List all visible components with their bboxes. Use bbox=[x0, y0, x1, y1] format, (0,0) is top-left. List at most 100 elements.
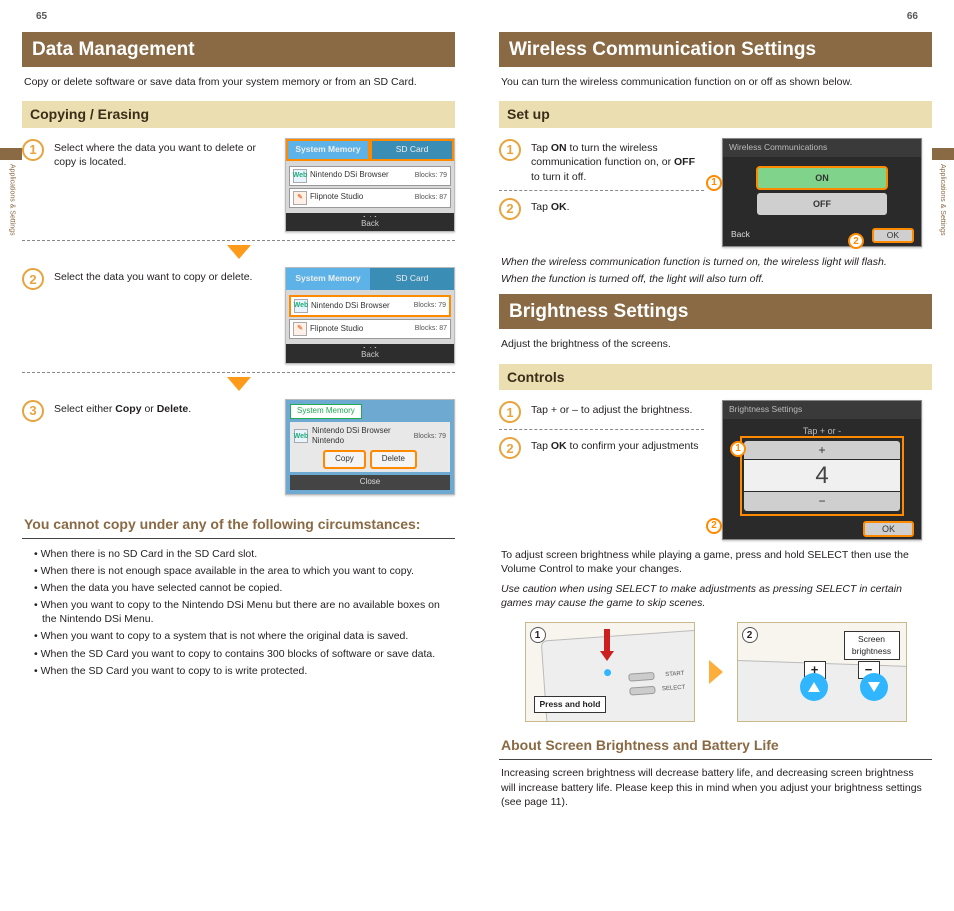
ss-item-title: Flipnote Studio bbox=[310, 193, 412, 202]
hardware-diagram-2: 2 Screen brightness + − bbox=[737, 622, 907, 722]
web-icon: Web bbox=[294, 429, 308, 443]
wireless-note-2: When the function is turned off, the lig… bbox=[501, 272, 930, 286]
ss-tab-system-memory[interactable]: System Memory bbox=[286, 268, 370, 289]
wl-back-button[interactable]: Back bbox=[731, 229, 750, 242]
list-item: When the SD Card you want to copy to con… bbox=[34, 647, 455, 661]
br-ss-title: Brightness Settings bbox=[723, 401, 921, 418]
step-3-badge: 3 bbox=[22, 400, 44, 422]
br-step-2-badge: 2 bbox=[499, 437, 521, 459]
ss-popup-blocks: Blocks: 79 bbox=[414, 432, 446, 441]
wl-step-1-text: Tap ON to turn the wireless communicatio… bbox=[531, 138, 704, 184]
close-button[interactable]: Close bbox=[290, 475, 450, 490]
ss-item-blocks: Blocks: 87 bbox=[415, 324, 447, 333]
volume-up-icon bbox=[800, 673, 828, 701]
intro-wireless: You can turn the wireless communication … bbox=[501, 75, 930, 89]
step-2-text: Select the data you want to copy or dele… bbox=[54, 267, 275, 284]
wl-step-2-badge: 2 bbox=[499, 198, 521, 220]
press-and-hold-label: Press and hold bbox=[534, 696, 607, 713]
callout-1-icon: 1 bbox=[706, 175, 722, 191]
web-icon: Web bbox=[294, 299, 308, 313]
br-tap-label: Tap + or - bbox=[743, 425, 901, 437]
screenshot-step-3: System Memory Web Nintendo DSi Browser N… bbox=[285, 399, 455, 495]
separator bbox=[22, 372, 455, 373]
ss-tab-sd-card[interactable]: SD Card bbox=[370, 139, 454, 160]
ss-item-browser[interactable]: Web Nintendo DSi Browser Blocks: 79 bbox=[289, 295, 451, 317]
br-step-1-text: Tap + or – to adjust the brightness. bbox=[531, 400, 704, 417]
separator bbox=[499, 429, 704, 430]
list-item: When the data you have selected cannot b… bbox=[34, 581, 455, 595]
wireless-off-button[interactable]: OFF bbox=[757, 193, 887, 215]
heading-data-management: Data Management bbox=[22, 32, 455, 68]
page-number-right: 66 bbox=[499, 10, 932, 24]
step-1-text: Select where the data you want to delete… bbox=[54, 138, 275, 169]
ss-item-blocks: Blocks: 79 bbox=[415, 171, 447, 180]
wireless-on-button[interactable]: ON bbox=[757, 167, 887, 189]
flipnote-icon: ✎ bbox=[293, 322, 307, 336]
ss-tab-system-memory[interactable]: System Memory bbox=[286, 139, 370, 160]
web-icon: Web bbox=[293, 169, 307, 183]
page-66: 66 Wireless Communication Settings You c… bbox=[477, 0, 954, 837]
callout-1-icon: 1 bbox=[730, 441, 746, 457]
page-65: 65 Data Management Copy or delete softwa… bbox=[0, 0, 477, 837]
volume-down-icon bbox=[860, 673, 888, 701]
ss-item-title: Nintendo DSi Browser bbox=[310, 171, 412, 180]
ss-back-button[interactable]: Back bbox=[361, 219, 379, 230]
brightness-caution: Use caution when using SELECT to make ad… bbox=[501, 582, 930, 610]
start-label: START bbox=[665, 670, 685, 679]
screen-brightness-label: Screen brightness bbox=[844, 631, 900, 660]
wl-ss-title: Wireless Communications bbox=[723, 139, 921, 156]
page-number-left: 65 bbox=[22, 10, 455, 24]
heading-wireless: Wireless Communication Settings bbox=[499, 32, 932, 68]
flipnote-icon: ✎ bbox=[293, 191, 307, 205]
copy-button[interactable]: Copy bbox=[324, 451, 365, 468]
screenshot-wireless: Wireless Communications 1 ON OFF Back OK bbox=[722, 138, 922, 247]
ss-popup-name: Nintendo DSi Browser bbox=[312, 426, 391, 435]
step-2-badge: 2 bbox=[22, 268, 44, 290]
wl-ok-button[interactable]: OK bbox=[873, 229, 913, 242]
delete-button[interactable]: Delete bbox=[371, 451, 416, 468]
down-arrow-icon bbox=[227, 245, 251, 259]
ss-back-button[interactable]: Back bbox=[361, 350, 379, 361]
hardware-diagram-1: 1 START SELECT Press and hold bbox=[525, 622, 695, 722]
ss-popup-title: System Memory bbox=[290, 404, 362, 419]
ss-item-flipnote[interactable]: ✎ Flipnote Studio Blocks: 87 bbox=[289, 188, 451, 208]
br-step-2-text: Tap OK to confirm your adjustments bbox=[531, 436, 704, 453]
subheading-controls: Controls bbox=[499, 364, 932, 391]
down-arrow-icon bbox=[227, 377, 251, 391]
br-ok-button[interactable]: OK bbox=[864, 522, 913, 536]
screenshot-step-2: System Memory SD Card Web Nintendo DSi B… bbox=[285, 267, 455, 363]
ss-item-flipnote[interactable]: ✎ Flipnote Studio Blocks: 87 bbox=[289, 319, 451, 339]
separator bbox=[499, 190, 704, 191]
brightness-value: 4 bbox=[744, 460, 900, 491]
heading-brightness: Brightness Settings bbox=[499, 294, 932, 330]
list-item: When you want to copy to the Nintendo DS… bbox=[34, 598, 455, 626]
step-1-badge: 1 bbox=[22, 139, 44, 161]
intro-brightness: Adjust the brightness of the screens. bbox=[501, 337, 930, 351]
list-item: When there is no SD Card in the SD Card … bbox=[34, 547, 455, 561]
brightness-plus-button[interactable]: + bbox=[744, 441, 900, 459]
ss-item-title: Nintendo DSi Browser bbox=[311, 302, 411, 311]
brightness-tip: To adjust screen brightness while playin… bbox=[501, 548, 930, 576]
right-arrow-icon bbox=[709, 660, 723, 684]
separator bbox=[22, 240, 455, 241]
cannot-copy-heading: You cannot copy under any of the followi… bbox=[22, 515, 455, 539]
select-label: SELECT bbox=[661, 684, 685, 694]
cannot-copy-list: When there is no SD Card in the SD Card … bbox=[22, 547, 455, 678]
list-item: When there is not enough space available… bbox=[34, 564, 455, 578]
about-brightness-text: Increasing screen brightness will decrea… bbox=[501, 766, 930, 809]
start-button-icon bbox=[628, 672, 654, 682]
ss-tab-sd-card[interactable]: SD Card bbox=[370, 268, 454, 289]
brightness-minus-button[interactable]: − bbox=[744, 492, 900, 510]
screenshot-step-1: System Memory SD Card Web Nintendo DSi B… bbox=[285, 138, 455, 232]
ss-item-blocks: Blocks: 87 bbox=[415, 193, 447, 202]
wl-step-1-badge: 1 bbox=[499, 139, 521, 161]
wl-step-2-text: Tap OK. bbox=[531, 197, 704, 214]
callout-2-icon: 2 bbox=[706, 518, 722, 534]
subheading-copying-erasing: Copying / Erasing bbox=[22, 101, 455, 128]
power-led-icon bbox=[603, 669, 610, 676]
ss-item-browser[interactable]: Web Nintendo DSi Browser Blocks: 79 bbox=[289, 166, 451, 186]
about-brightness-heading: About Screen Brightness and Battery Life bbox=[499, 736, 932, 760]
list-item: When you want to copy to a system that i… bbox=[34, 629, 455, 643]
step-3-text: Select either Copy or Delete. bbox=[54, 399, 275, 416]
intro-data-management: Copy or delete software or save data fro… bbox=[24, 75, 453, 89]
